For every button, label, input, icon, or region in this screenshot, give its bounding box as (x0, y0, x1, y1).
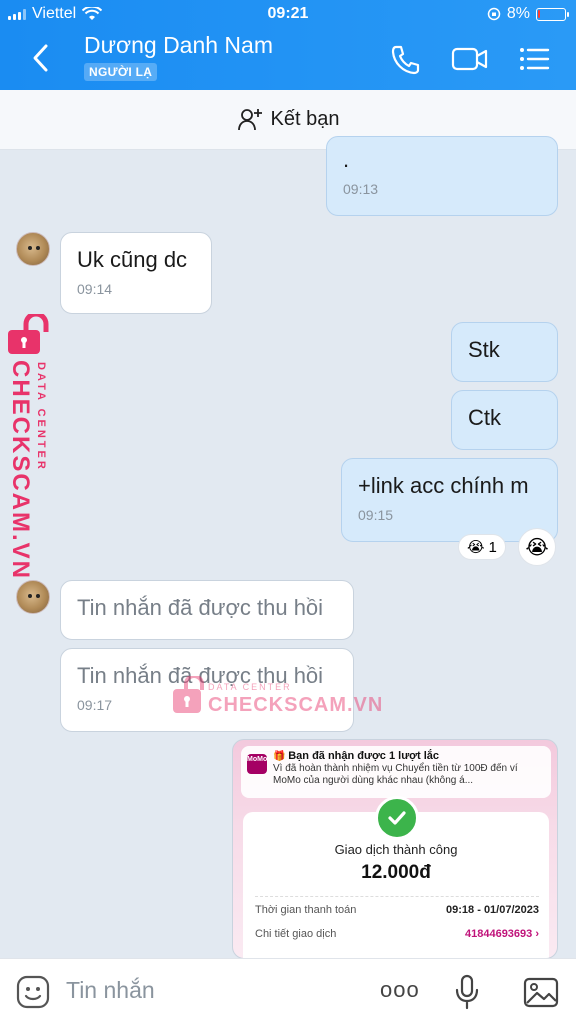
message-bubble-mine[interactable]: Stk (451, 322, 558, 382)
row-label: Thời gian thanh toán (255, 904, 357, 916)
watermark-lock-icon (173, 674, 204, 713)
recalled-message[interactable]: Tin nhắn đã được thu hồi (60, 580, 354, 640)
message-composer: Tin nhắn ooo (0, 958, 576, 1024)
watermark-brand: CHECKSCAM.VN (7, 360, 34, 581)
message-text: Uk cũng dc (77, 247, 188, 272)
divider (255, 896, 539, 897)
react-button[interactable]: 😭 (518, 528, 556, 566)
watermark-brand: CHECKSCAM.VN (208, 694, 384, 716)
payment-screenshot-image[interactable]: MoMo 🎁 Bạn đã nhận được 1 lượt lắc Vì đã… (232, 739, 558, 959)
row-value: 41844693693 › (464, 928, 539, 940)
more-options-icon[interactable]: ooo (380, 977, 419, 1015)
notification-title: Bạn đã nhận được 1 lượt lắc (288, 750, 440, 762)
phone-icon[interactable] (385, 40, 425, 78)
message-text: Ctk (468, 405, 501, 430)
message-bubble-mine[interactable]: +link acc chính m 09:15 (341, 458, 558, 542)
gift-icon: 🎁 (273, 751, 286, 762)
message-time: 09:14 (77, 281, 113, 297)
notification-body: Vì đã hoàn thành nhiệm vụ Chuyển tiền từ… (273, 763, 518, 786)
microphone-icon[interactable] (448, 973, 486, 1011)
add-friend-icon (237, 108, 262, 130)
contact-name[interactable]: Dương Danh Nam (84, 32, 273, 59)
crying-face-icon: 😭 (525, 536, 549, 559)
row-value: 09:18 - 01/07/2023 (446, 904, 539, 916)
watermark-center: DATA CENTER CHECKSCAM.VN (172, 674, 382, 721)
momo-notification: MoMo 🎁 Bạn đã nhận được 1 lượt lắc Vì đã… (241, 746, 551, 798)
contact-avatar[interactable] (16, 232, 50, 266)
image-gallery-icon[interactable] (522, 973, 560, 1011)
transaction-detail-row: Chi tiết giao dịch 41844693693 › (255, 928, 539, 940)
message-text: . (343, 147, 350, 172)
message-time: 09:13 (343, 181, 379, 197)
reaction-number: 1 (488, 538, 497, 556)
watermark-subtitle: DATA CENTER (208, 682, 292, 692)
menu-list-icon[interactable] (514, 40, 554, 78)
contact-avatar[interactable] (16, 580, 50, 614)
video-call-icon[interactable] (450, 40, 490, 78)
watermark-lock-icon (8, 314, 49, 354)
message-input[interactable]: Tin nhắn (66, 977, 155, 1004)
row-label: Chi tiết giao dịch (255, 928, 337, 940)
message-text: Stk (468, 337, 500, 362)
battery-percent: 8% (506, 5, 530, 22)
transaction-status: Giao dịch thành công (334, 842, 458, 857)
message-text: Tin nhắn đã được thu hồi (77, 595, 324, 620)
back-arrow-icon[interactable] (26, 38, 56, 78)
reaction-count[interactable]: 😭 1 (458, 534, 506, 560)
sticker-icon[interactable] (14, 973, 52, 1011)
success-check-icon (375, 796, 419, 840)
payment-time-row: Thời gian thanh toán 09:18 - 01/07/2023 (255, 904, 539, 916)
message-bubble-mine[interactable]: Ctk (451, 390, 558, 450)
status-bar: Viettel 09:21 8% (0, 0, 576, 30)
battery-icon (536, 7, 569, 21)
orientation-lock-icon (487, 7, 501, 21)
message-text: +link acc chính m (358, 473, 529, 498)
watermark-subtitle: DATA CENTER (35, 362, 47, 472)
chat-header: Viettel 09:21 8% Dương Danh Nam NGƯỜI LẠ (0, 0, 576, 90)
crying-face-icon: 😭 (467, 539, 485, 556)
transaction-amount: 12.000đ (361, 862, 431, 883)
add-friend-label: Kết bạn (270, 108, 340, 130)
stranger-badge: NGƯỜI LẠ (84, 63, 158, 81)
message-time: 09:15 (358, 507, 394, 523)
message-bubble-theirs[interactable]: Uk cũng dc 09:14 (60, 232, 212, 314)
message-bubble-mine[interactable]: . 09:13 (326, 136, 558, 216)
momo-logo-icon: MoMo (247, 754, 267, 774)
recalled-message[interactable]: Tin nhắn đã được thu hồi 09:17 (60, 648, 354, 732)
